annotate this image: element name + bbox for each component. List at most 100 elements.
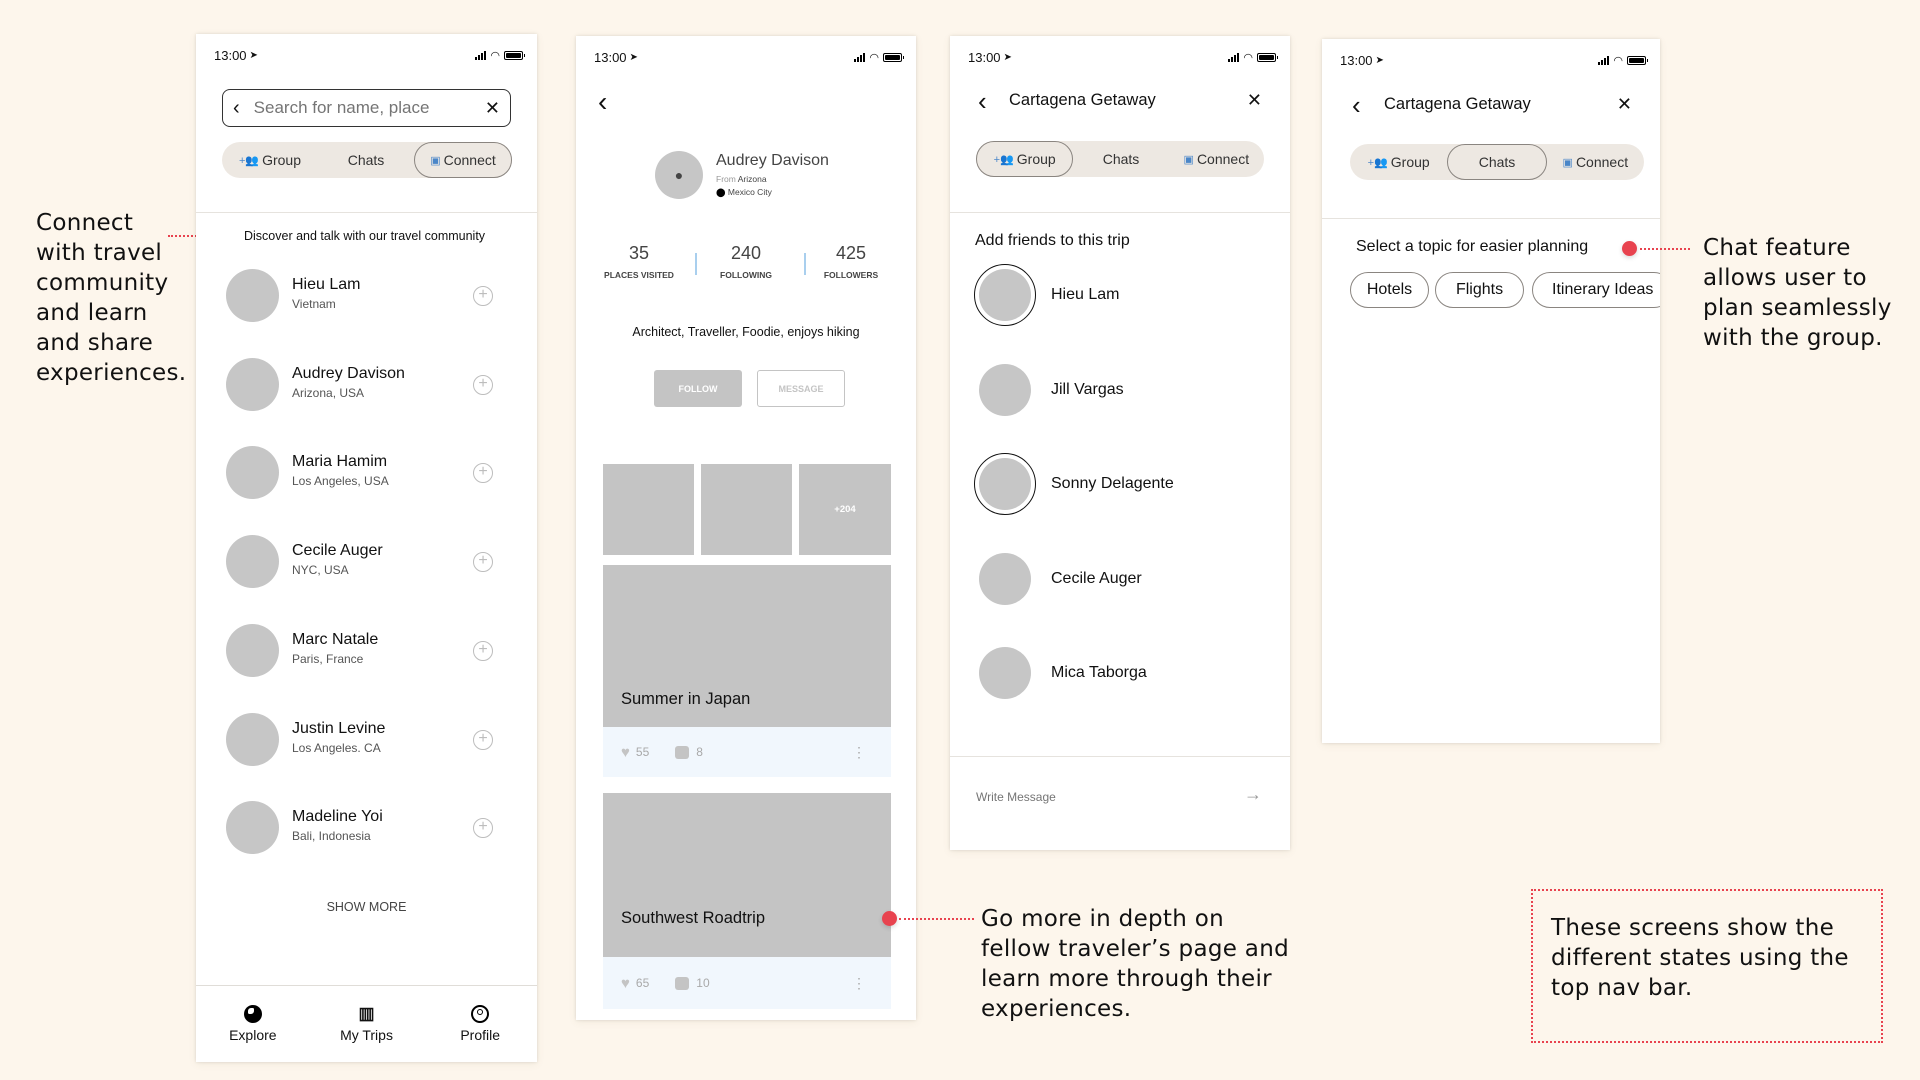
add-friend-icon[interactable]: + — [473, 552, 493, 573]
message-button[interactable]: MESSAGE — [757, 370, 845, 407]
segment-control: +👥 Group Chats ▣ Connect — [1350, 144, 1644, 180]
annotation-connector — [899, 918, 974, 920]
heart-icon[interactable]: ♥ — [621, 975, 630, 992]
list-item[interactable]: Audrey Davison Arizona, USA + — [196, 356, 537, 416]
backpack-icon: ▣ — [430, 154, 441, 167]
heart-icon[interactable]: ♥ — [621, 744, 630, 761]
close-icon[interactable]: ✕ — [1617, 94, 1632, 115]
profile-from: From Arizona — [716, 174, 767, 184]
stats-row: 35 PLACES VISITED 240 FOLLOWING 425 FOLL… — [576, 243, 916, 293]
close-icon[interactable]: ✕ — [1247, 90, 1262, 111]
status-time: 13:00 — [594, 49, 627, 65]
photo-thumbnail[interactable] — [603, 464, 694, 555]
battery-icon — [504, 50, 525, 60]
battery-icon — [1627, 55, 1648, 65]
screen-chats: 13:00 ➤ ◠ ‹ Cartagena Getaway ✕ +👥 Group C… — [1322, 39, 1660, 743]
back-button[interactable]: ‹ — [1352, 92, 1361, 118]
follow-button[interactable]: FOLLOW — [654, 370, 742, 407]
list-item[interactable]: Hieu Lam Vietnam + — [196, 267, 537, 327]
avatar — [979, 269, 1031, 321]
trip-card-image[interactable]: Summer in Japan — [603, 565, 891, 727]
stat-following[interactable]: 240 FOLLOWING — [691, 243, 801, 280]
trip-card-title: Southwest Roadtrip — [621, 909, 765, 927]
friend-item[interactable]: Mica Taborga — [950, 642, 1290, 706]
trip-title: Cartagena Getaway — [1384, 95, 1531, 113]
profile-name: Audrey Davison — [716, 152, 829, 169]
more-photos-thumbnail[interactable]: +204 — [799, 464, 891, 555]
header-divider — [950, 212, 1290, 213]
person-name: Hieu Lam — [292, 276, 361, 293]
friend-item[interactable]: Sonny Delagente — [950, 453, 1290, 517]
person-name: Marc Natale — [292, 630, 379, 648]
segment-connect[interactable]: ▣ Connect — [1547, 144, 1644, 180]
more-options-icon[interactable]: ⋮ — [852, 976, 866, 990]
segment-chats[interactable]: Chats — [318, 142, 414, 178]
search-input[interactable] — [253, 98, 485, 118]
tab-profile[interactable]: Profile — [423, 986, 537, 1062]
clear-icon[interactable]: ✕ — [485, 98, 500, 119]
stat-followers[interactable]: 425 FOLLOWERS — [796, 243, 906, 280]
segment-chats[interactable]: Chats — [1447, 144, 1547, 180]
section-heading: Add friends to this trip — [975, 232, 1130, 249]
signal-icon — [475, 50, 487, 60]
avatar — [226, 446, 279, 500]
back-button[interactable]: ‹ — [978, 88, 987, 114]
person-location: Bali, Indonesia — [292, 829, 371, 844]
topic-chip-hotels[interactable]: Hotels — [1350, 272, 1429, 308]
add-friend-icon[interactable]: + — [473, 286, 493, 306]
add-friend-icon[interactable]: + — [473, 463, 493, 484]
person-location: Los Angeles. CA — [292, 740, 381, 755]
backpack-icon: ▣ — [1562, 156, 1573, 169]
avatar — [226, 535, 279, 589]
list-item[interactable]: Justin Levine Los Angeles. CA + — [196, 711, 537, 771]
friend-item[interactable]: Jill Vargas — [950, 359, 1290, 423]
segment-connect[interactable]: ▣ Connect — [1169, 141, 1264, 177]
likes-count: 55 — [635, 745, 650, 759]
avatar — [226, 357, 279, 411]
comments-count: 8 — [696, 745, 703, 759]
trip-title: Cartagena Getaway — [1009, 91, 1156, 109]
list-item[interactable]: Madeline Yoi Bali, Indonesia + — [196, 799, 537, 859]
trip-card-image[interactable]: Southwest Roadtrip — [603, 793, 891, 957]
avatar — [226, 269, 279, 322]
segment-group[interactable]: +👥 Group — [222, 142, 318, 178]
list-item[interactable]: Marc Natale Paris, France + — [196, 622, 537, 682]
topic-chip-itinerary[interactable]: Itinerary Ideas — [1532, 272, 1660, 308]
comment-icon[interactable] — [675, 976, 690, 990]
back-button[interactable]: ‹ — [598, 88, 607, 116]
annotation-connector — [1640, 248, 1690, 250]
profile-location: ⬤ Mexico City — [716, 187, 772, 197]
send-arrow-icon[interactable]: → — [1244, 784, 1262, 805]
back-icon[interactable]: ‹ — [233, 97, 240, 120]
show-more-button[interactable]: SHOW MORE — [196, 900, 537, 914]
list-item[interactable]: Maria Hamim Los Angeles, USA + — [196, 444, 537, 504]
segment-group[interactable]: +👥 Group — [976, 141, 1074, 177]
more-options-icon[interactable]: ⋮ — [852, 745, 866, 759]
topic-chip-flights[interactable]: Flights — [1435, 272, 1524, 308]
tab-explore[interactable]: Explore — [196, 986, 310, 1062]
add-friend-icon[interactable]: + — [473, 729, 493, 750]
message-input[interactable] — [976, 790, 1226, 804]
segment-connect[interactable]: ▣ Connect — [414, 142, 512, 178]
add-friend-icon[interactable]: + — [473, 818, 493, 839]
intro-text: Discover and talk with our travel commun… — [244, 229, 486, 243]
map-icon: ▥ — [358, 1004, 375, 1023]
avatar-frame — [974, 359, 1036, 421]
search-bar[interactable]: ‹ ✕ — [222, 89, 511, 127]
photo-thumbnail[interactable] — [701, 464, 792, 555]
friend-item[interactable]: Hieu Lam — [950, 264, 1290, 328]
composer-divider — [950, 756, 1290, 757]
friend-item[interactable]: Cecile Auger — [950, 548, 1290, 612]
segment-group[interactable]: +👥 Group — [1350, 144, 1447, 180]
annotation-dot — [882, 911, 897, 926]
stat-places[interactable]: 35 PLACES VISITED — [584, 243, 694, 280]
trip-card-title: Summer in Japan — [621, 690, 751, 708]
add-friend-icon[interactable]: + — [473, 374, 493, 395]
tab-my-trips[interactable]: ▥ My Trips — [310, 986, 424, 1062]
segment-chats[interactable]: Chats — [1073, 141, 1168, 177]
add-friend-icon[interactable]: + — [473, 640, 493, 661]
comment-icon[interactable] — [675, 745, 690, 759]
status-bar: 13:00 ➤ ◠ — [214, 46, 525, 64]
status-time: 13:00 — [214, 47, 247, 63]
list-item[interactable]: Cecile Auger NYC, USA + — [196, 533, 537, 593]
